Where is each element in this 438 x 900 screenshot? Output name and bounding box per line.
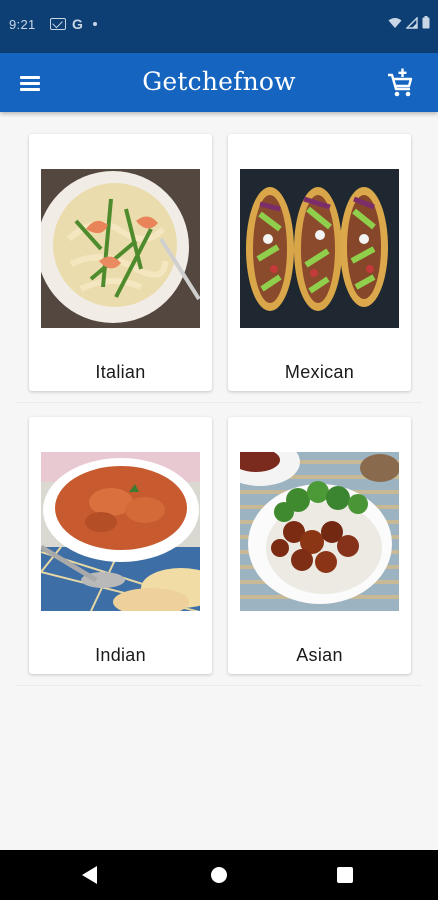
chicken-rice-broccoli-photo	[240, 452, 399, 611]
tacos-photo	[240, 169, 399, 328]
home-circle-icon[interactable]	[211, 867, 227, 883]
status-time: 9:21	[9, 17, 36, 32]
category-card-mexican[interactable]: Mexican	[228, 134, 411, 391]
google-icon: G	[72, 16, 83, 32]
category-label: Mexican	[284, 362, 355, 382]
category-card-italian[interactable]: Italian	[29, 134, 212, 391]
status-bar: 9:21 G	[0, 0, 438, 53]
status-notification-icons: G	[50, 16, 97, 32]
status-system-icons	[388, 16, 430, 29]
cart-button[interactable]	[382, 67, 418, 99]
category-card-asian[interactable]: Asian	[228, 417, 411, 674]
category-label: Asian	[296, 645, 343, 665]
back-triangle-icon[interactable]	[82, 866, 98, 884]
add-to-cart-icon	[388, 68, 413, 97]
category-label: Italian	[95, 362, 146, 382]
system-navigation-bar	[0, 850, 438, 900]
notification-dot-icon	[92, 22, 97, 26]
battery-icon	[422, 16, 430, 29]
row-divider	[16, 402, 422, 403]
gmail-icon	[50, 18, 66, 30]
recents-square-icon[interactable]	[337, 867, 353, 883]
category-card-indian[interactable]: Indian	[29, 417, 212, 674]
signal-icon	[406, 16, 418, 29]
app-title: Getchefnow	[142, 67, 296, 96]
app-bar: Getchefnow	[0, 53, 438, 112]
category-grid: Italian Mexican Indian Asian	[0, 112, 438, 850]
curry-naan-photo	[41, 452, 200, 611]
category-label: Indian	[95, 645, 146, 665]
wifi-icon	[388, 17, 402, 28]
row-divider	[16, 685, 422, 686]
shrimp-pasta-photo	[41, 169, 200, 328]
